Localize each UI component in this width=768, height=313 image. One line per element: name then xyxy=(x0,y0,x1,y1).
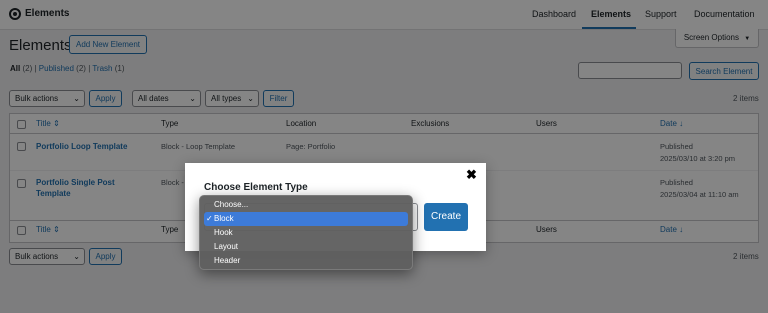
option-block[interactable]: ✓ Block xyxy=(204,212,408,226)
close-icon[interactable]: ✖ xyxy=(466,168,477,182)
modal-title: Choose Element Type xyxy=(204,182,308,193)
checkmark-icon: ✓ xyxy=(206,214,213,223)
element-type-dropdown: Choose... ✓ Block Hook Layout Header xyxy=(199,195,413,270)
option-header[interactable]: Header xyxy=(204,254,408,268)
option-choose[interactable]: Choose... xyxy=(204,198,408,212)
option-hook[interactable]: Hook xyxy=(204,226,408,240)
option-block-label: Block xyxy=(214,214,234,223)
create-button[interactable]: Create xyxy=(424,203,468,231)
option-layout[interactable]: Layout xyxy=(204,240,408,254)
